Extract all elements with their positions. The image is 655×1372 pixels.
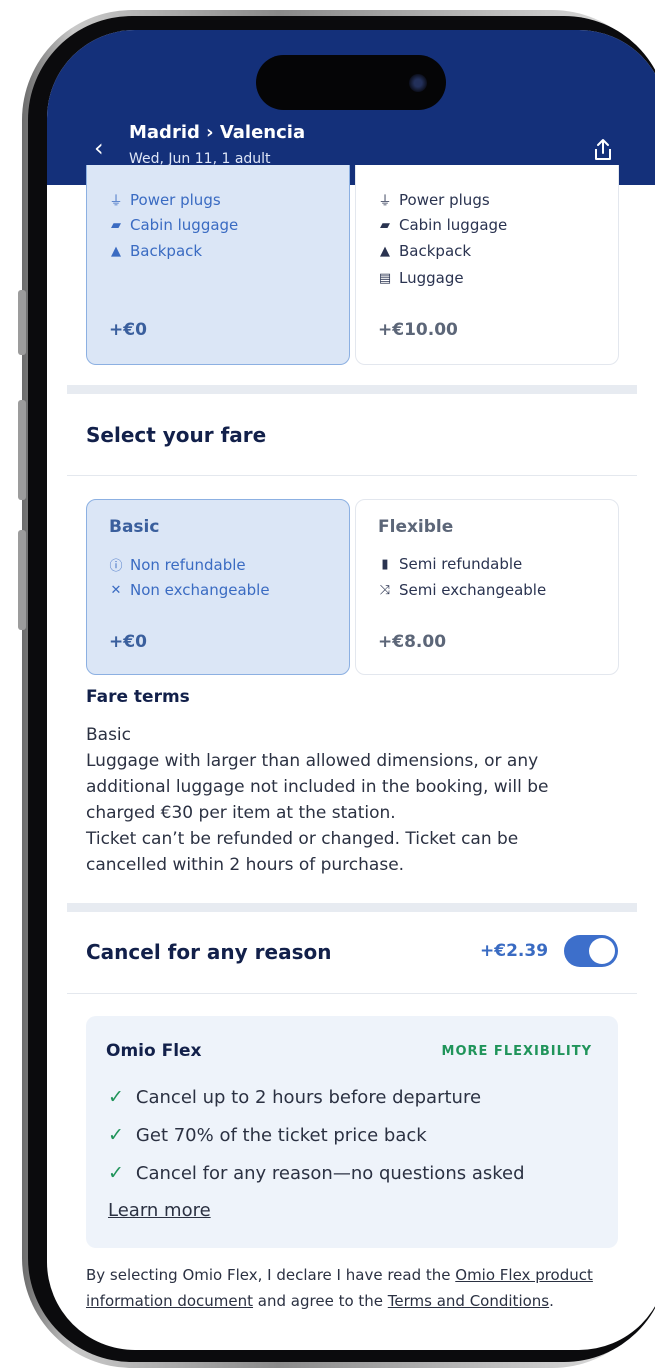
amenity-item: ⏚ Power plugs [109, 190, 221, 210]
app-header: ‹ Madrid › Valencia Wed, Jun 11, 1 adult [47, 30, 655, 185]
amenity-item: ▤ Luggage [378, 269, 464, 287]
amenity-label: Cabin luggage [130, 216, 239, 234]
route-title: Madrid › Valencia [129, 122, 306, 143]
share-icon[interactable] [592, 138, 614, 162]
camera-icon [409, 74, 427, 92]
luggage-icon: ▤ [378, 270, 392, 286]
option-price: +€10.00 [378, 320, 458, 340]
learn-more-link[interactable]: Learn more [108, 1200, 211, 1221]
fare-option-basic[interactable]: Basic ⓘ Non refundable ✕ Non exchangeabl… [86, 499, 350, 675]
volume-down-button [18, 530, 26, 630]
amenity-label: Cabin luggage [399, 216, 508, 234]
amenity-label: Power plugs [130, 190, 221, 209]
info-circle-icon: ⓘ [109, 559, 123, 574]
legal-suffix: . [549, 1292, 554, 1310]
legal-prefix: By selecting Omio Flex, I declare I have… [86, 1266, 456, 1284]
amenity-label: Backpack [130, 242, 203, 260]
fare-name: Flexible [378, 517, 454, 537]
fare-terms-line: Basic [86, 725, 132, 745]
flex-benefit-label: Get 70% of the ticket price back [135, 1124, 427, 1146]
fare-terms-line: additional luggage not included in the b… [86, 777, 549, 797]
fare-feature: ⤨ Semi exchangeable [378, 581, 546, 599]
power-plug-icon: ⏚ [378, 194, 392, 209]
option-price: +€0 [109, 320, 147, 340]
section-divider [67, 385, 637, 394]
amenity-item: ▲ Backpack [109, 242, 202, 260]
flex-benefit-label: Cancel up to 2 hours before departure [135, 1086, 482, 1108]
cabin-luggage-icon: ▰ [111, 217, 121, 233]
fare-terms-heading: Fare terms [86, 687, 190, 707]
fare-terms-line: charged €30 per item at the station. [86, 803, 396, 823]
app-screen: ‹ Madrid › Valencia Wed, Jun 11, 1 adult… [47, 30, 655, 1350]
fare-feature-label: Semi refundable [399, 555, 523, 573]
fare-terms-text: Basic Luggage with larger than allowed d… [86, 722, 626, 878]
legal-middle: and agree to the [253, 1292, 388, 1310]
fare-price: +€8.00 [378, 632, 447, 652]
flexibility-badge: MORE FLEXIBILITY [441, 1044, 592, 1059]
amenity-label: Backpack [399, 242, 472, 260]
check-icon: ✓ [108, 1086, 124, 1108]
divider [67, 475, 637, 476]
flex-benefit: ✓ Cancel up to 2 hours before departure [108, 1086, 481, 1108]
omio-flex-title: Omio Flex [106, 1041, 202, 1061]
volume-up-button [18, 400, 26, 500]
check-icon: ✓ [108, 1162, 124, 1184]
check-icon: ✓ [108, 1124, 124, 1146]
legal-text: By selecting Omio Flex, I declare I have… [86, 1262, 626, 1314]
toggle-knob [589, 938, 615, 964]
dynamic-island [256, 55, 446, 110]
fare-terms-line: Luggage with larger than allowed dimensi… [86, 751, 539, 771]
comfort-option-standard[interactable]: ⏚ Power plugs ▰ Cabin luggage ▲ Backpack… [86, 165, 350, 365]
back-chevron-icon[interactable]: ‹ [94, 134, 104, 162]
amenity-label: Luggage [399, 269, 464, 287]
comfort-option-plus[interactable]: ⏚ Power plugs ▰ Cabin luggage ▲ Backpack… [355, 165, 619, 365]
backpack-icon: ▲ [111, 243, 121, 259]
cancel-option-price: +€2.39 [480, 941, 549, 961]
cancel-option-title: Cancel for any reason [86, 940, 332, 964]
terms-link[interactable]: Terms and Conditions [388, 1292, 549, 1310]
fare-feature-label: Non refundable [130, 555, 246, 574]
fare-feature-label: Non exchangeable [130, 581, 270, 599]
fare-name: Basic [109, 517, 160, 537]
exchange-icon: ⤨ [379, 582, 391, 598]
fare-feature: ⓘ Non refundable [109, 555, 246, 575]
fare-terms-line: cancelled within 2 hours of purchase. [86, 855, 405, 875]
fare-feature: ▮ Semi refundable [378, 555, 522, 573]
fare-feature-label: Semi exchangeable [399, 581, 547, 599]
power-plug-icon: ⏚ [109, 194, 123, 209]
refund-icon: ▮ [381, 556, 389, 572]
amenity-label: Power plugs [399, 190, 490, 209]
flex-benefit: ✓ Cancel for any reason—no questions ask… [108, 1162, 525, 1184]
flex-benefit-label: Cancel for any reason—no questions asked [135, 1162, 525, 1184]
amenity-item: ▰ Cabin luggage [109, 216, 238, 234]
divider [67, 993, 637, 994]
fare-section-title: Select your fare [86, 423, 267, 447]
omio-flex-box: Omio Flex MORE FLEXIBILITY ✓ Cancel up t… [86, 1016, 618, 1248]
cancel-toggle[interactable] [564, 935, 618, 967]
fare-terms-line: Ticket can’t be refunded or changed. Tic… [86, 829, 519, 849]
amenity-item: ▲ Backpack [378, 242, 471, 260]
flex-benefit: ✓ Get 70% of the ticket price back [108, 1124, 427, 1146]
amenity-item: ⏚ Power plugs [378, 190, 490, 210]
amenity-item: ▰ Cabin luggage [378, 216, 507, 234]
mute-switch [18, 290, 26, 355]
backpack-icon: ▲ [380, 243, 390, 259]
fare-option-flexible[interactable]: Flexible ▮ Semi refundable ⤨ Semi exchan… [355, 499, 619, 675]
section-divider [67, 903, 637, 912]
cabin-luggage-icon: ▰ [380, 217, 390, 233]
fare-price: +€0 [109, 632, 147, 652]
cross-icon: ✕ [110, 582, 122, 598]
fare-feature: ✕ Non exchangeable [109, 581, 270, 599]
